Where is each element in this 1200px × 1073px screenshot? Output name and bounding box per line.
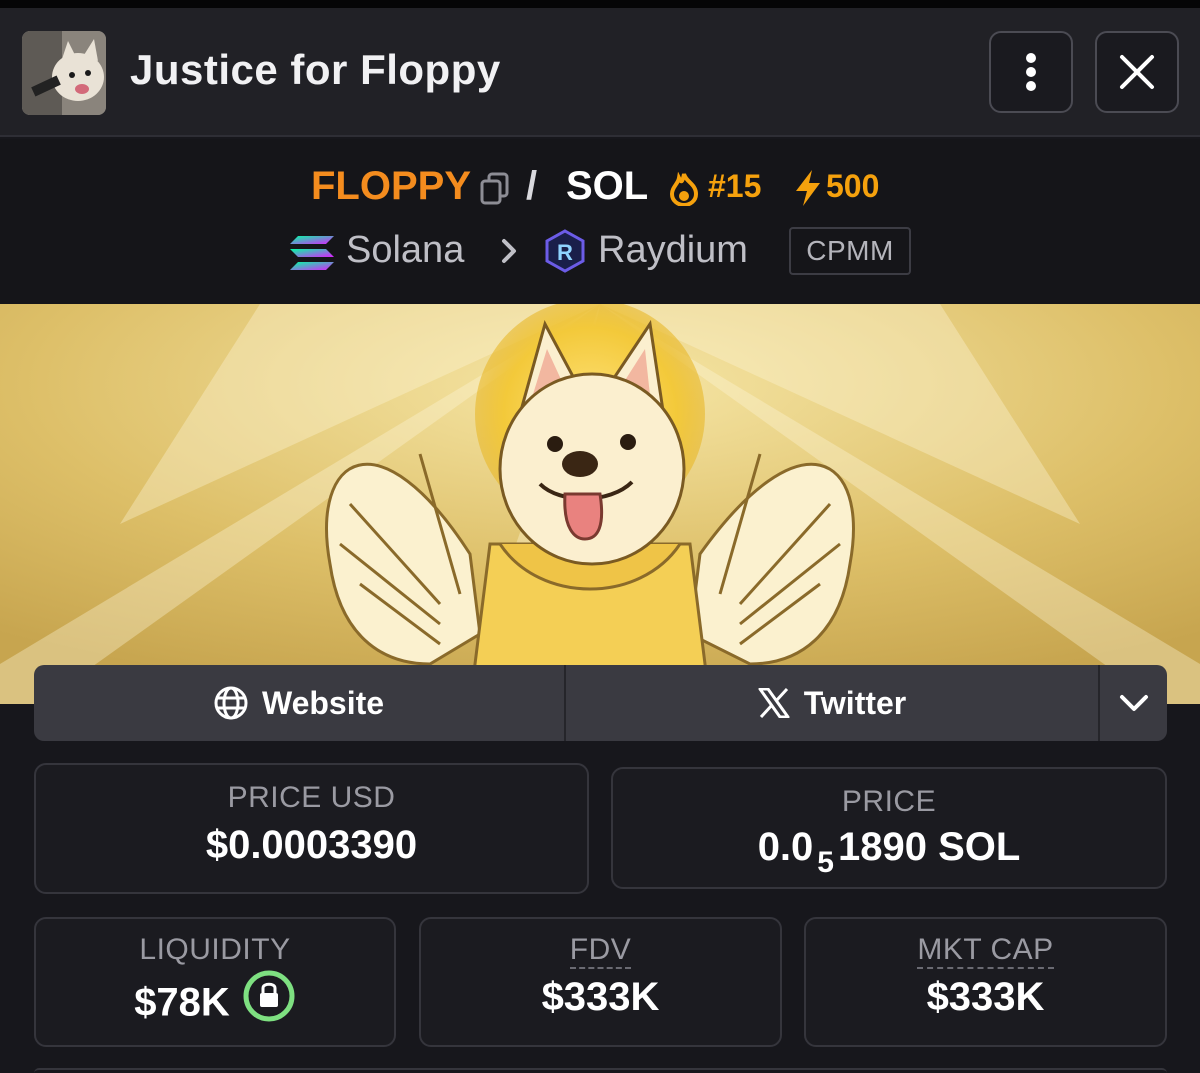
social-links-bar: Website Twitter [34,665,1167,741]
price-native-card: PRICE 0.0 5 1890 SOL [611,767,1167,889]
website-link[interactable]: Website [34,665,564,741]
price-native-value: 0.0 5 1890 SOL [613,825,1165,879]
dex-name[interactable]: Raydium [598,229,748,272]
price-native-zero-count: 5 [817,846,834,879]
close-icon [1120,55,1154,89]
lock-icon[interactable] [242,969,296,1033]
token-header: Justice for Floppy [0,8,1200,137]
globe-icon [214,686,248,720]
dex-type-badge: CPMM [789,227,911,275]
market-cap-label[interactable]: MKT CAP [917,933,1054,969]
more-options-button[interactable] [989,31,1073,113]
solana-icon [290,235,334,276]
svg-text:R: R [557,240,573,265]
twitter-label: Twitter [803,684,907,721]
price-usd-card: PRICE USD $0.0003390 [34,763,589,894]
liquidity-card: LIQUIDITY $78K [34,917,396,1047]
copy-address-icon[interactable] [480,172,510,211]
token-avatar [22,31,106,115]
close-button[interactable] [1095,31,1179,113]
website-label: Website [261,684,385,721]
flame-icon [668,171,700,211]
market-cap-value: $333K [926,975,1045,1019]
raydium-icon: R [543,229,587,278]
price-usd-value: $0.0003390 [205,823,418,867]
token-banner [0,304,1200,704]
fdv-label[interactable]: FDV [569,933,632,969]
more-links-button[interactable] [1100,665,1167,741]
pair-info-bar: FLOPPY / SOL #15 500 Solana R Raydium CP… [0,139,1200,304]
trending-rank[interactable]: #15 [708,168,761,205]
chain-row: Solana R Raydium CPMM [0,227,1200,277]
price-native-digits: 1890 SOL [837,825,1021,869]
lightning-icon [792,169,824,212]
fdv-card: FDV $333K [419,917,782,1047]
liquidity-value-row: $78K [36,970,394,1037]
base-symbol: FLOPPY [311,164,472,208]
pair-row: FLOPPY / SOL #15 500 [0,164,1200,214]
twitter-link[interactable]: Twitter [566,665,1098,741]
boost-count[interactable]: 500 [826,168,879,205]
pair-separator: / [526,164,538,208]
more-vertical-icon [1026,53,1036,91]
token-name: Justice for Floppy [130,46,501,93]
next-card-edge [34,1068,1167,1073]
chevron-right-icon [500,237,520,270]
price-native-prefix: 0.0 [757,825,814,869]
market-cap-card: MKT CAP $333K [804,917,1167,1047]
status-strip [0,0,1200,8]
chain-name[interactable]: Solana [346,229,464,272]
quote-symbol: SOL [566,164,649,208]
price-native-label: PRICE [841,785,937,818]
liquidity-value: $78K [134,980,230,1025]
angel-dog-banner-image [0,304,1200,704]
chevron-down-icon [1119,695,1148,711]
liquidity-label: LIQUIDITY [139,933,291,966]
x-logo-icon [758,688,790,718]
price-usd-label: PRICE USD [227,781,396,814]
fdv-value: $333K [541,975,660,1019]
